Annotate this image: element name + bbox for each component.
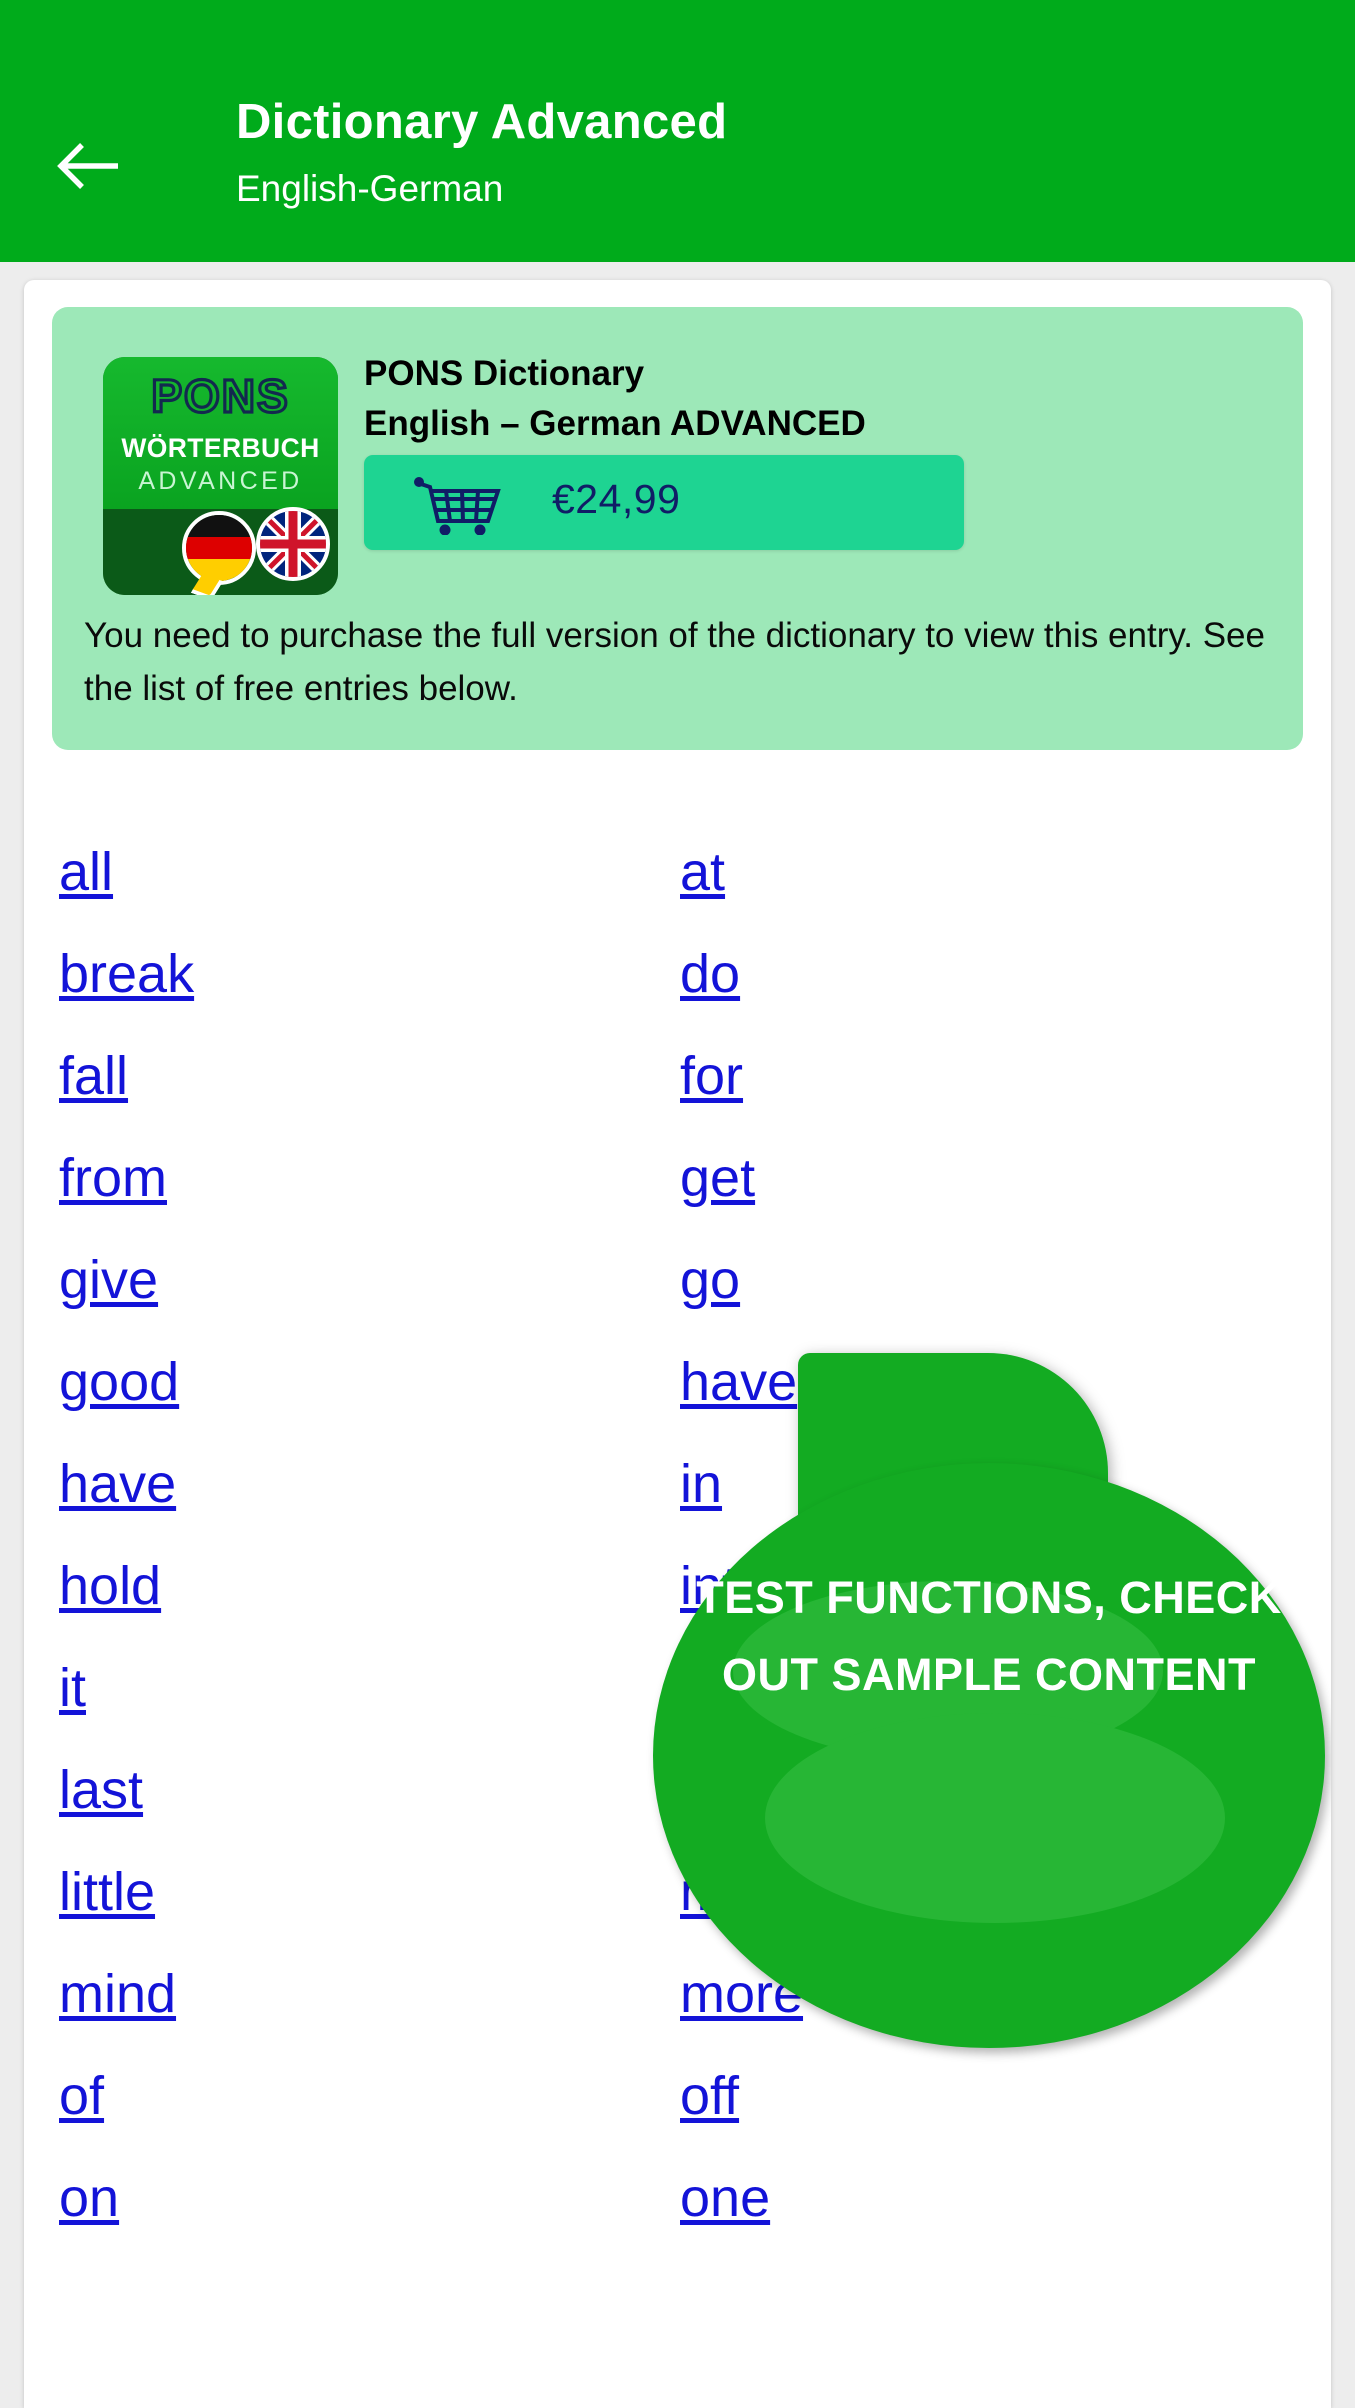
word-link[interactable]: break <box>59 942 194 1006</box>
purchase-notice: You need to purchase the full version of… <box>84 616 1265 708</box>
header-title-group: Dictionary Advanced English-German <box>236 92 727 214</box>
word-link[interactable]: go <box>680 1248 740 1312</box>
word-link[interactable]: little <box>59 1860 155 1924</box>
word-link[interactable]: give <box>59 1248 158 1312</box>
word-link[interactable]: in <box>680 1452 722 1516</box>
word-row: break do <box>24 942 1331 1044</box>
pons-dictionary-cover-icon: PONS WÖRTERBUCH ADVANCED <box>103 357 338 595</box>
word-link[interactable]: get <box>680 1146 755 1210</box>
free-entries-list: all at break do fall for from get give go good have… <box>24 840 1331 2268</box>
word-row: it know <box>24 1656 1331 1758</box>
pons-wordmark: PONS <box>150 368 290 423</box>
word-link[interactable]: more <box>680 1962 803 2026</box>
word-link[interactable]: from <box>59 1146 167 1210</box>
word-row: little make <box>24 1860 1331 1962</box>
word-link[interactable]: have <box>680 1350 797 1414</box>
word-link[interactable]: do <box>680 942 740 1006</box>
word-link[interactable]: of <box>59 2064 104 2128</box>
word-link[interactable]: line <box>680 1758 764 1822</box>
word-link[interactable]: hold <box>59 1554 161 1618</box>
word-link[interactable]: have <box>59 1452 176 1516</box>
product-language-pair: English – German ADVANCED <box>364 404 866 443</box>
word-link[interactable]: off <box>680 2064 739 2128</box>
word-link[interactable]: make <box>680 1860 812 1924</box>
content-card: PONS WÖRTERBUCH ADVANCED PONS Dictionary… <box>24 280 1331 2408</box>
word-row: all at <box>24 840 1331 942</box>
page-subtitle: English-German <box>236 168 504 209</box>
word-link[interactable]: at <box>680 840 725 904</box>
app-header: Dictionary Advanced English-German <box>0 0 1355 262</box>
german-flag-icon <box>182 511 256 585</box>
arrow-left-icon <box>57 143 118 189</box>
word-row: hold into <box>24 1554 1331 1656</box>
uk-flag-icon <box>256 507 330 581</box>
word-link[interactable]: fall <box>59 1044 128 1108</box>
word-row: of off <box>24 2064 1331 2166</box>
word-link[interactable]: on <box>59 2166 119 2230</box>
word-row: from get <box>24 1146 1331 1248</box>
word-row: good have <box>24 1350 1331 1452</box>
word-row: last line <box>24 1758 1331 1860</box>
purchase-panel: PONS WÖRTERBUCH ADVANCED PONS Dictionary… <box>52 307 1303 750</box>
word-row: mind more <box>24 1962 1331 2064</box>
cover-woerterbuch-label: WÖRTERBUCH <box>121 433 320 463</box>
price-label: €24,99 <box>552 476 681 522</box>
product-title-group: PONS Dictionary English – German ADVANCE… <box>364 349 866 449</box>
word-link[interactable]: one <box>680 2166 770 2230</box>
word-link[interactable]: last <box>59 1758 143 1822</box>
word-row: have in <box>24 1452 1331 1554</box>
page-title: Dictionary Advanced <box>236 95 728 149</box>
word-row: fall for <box>24 1044 1331 1146</box>
word-link[interactable]: good <box>59 1350 179 1414</box>
back-button[interactable] <box>52 130 124 202</box>
word-row: give go <box>24 1248 1331 1350</box>
word-link[interactable]: into <box>680 1554 767 1618</box>
word-link[interactable]: know <box>680 1656 806 1720</box>
shopping-cart-icon <box>414 477 501 535</box>
buy-button[interactable]: €24,99 <box>364 455 964 550</box>
app-root: Dictionary Advanced English-German PONS … <box>0 0 1355 2408</box>
word-link[interactable]: all <box>59 840 113 904</box>
product-name: PONS Dictionary <box>364 354 645 393</box>
word-link[interactable]: for <box>680 1044 743 1108</box>
word-link[interactable]: mind <box>59 1962 176 2026</box>
word-row: on one <box>24 2166 1331 2268</box>
cover-advanced-label: ADVANCED <box>138 467 303 495</box>
word-link[interactable]: it <box>59 1656 86 1720</box>
language-pair-flags <box>180 507 330 595</box>
